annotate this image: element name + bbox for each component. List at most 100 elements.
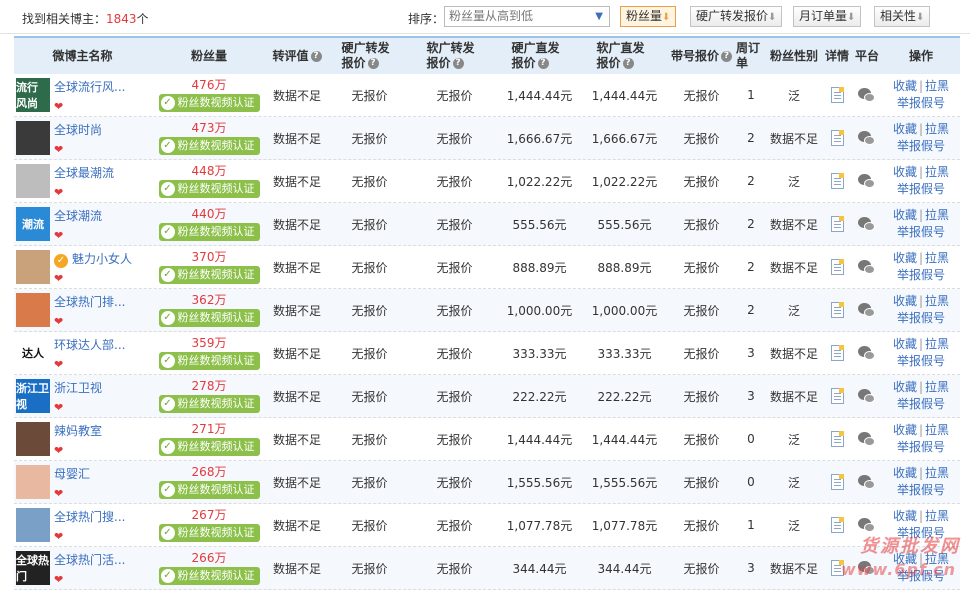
document-icon[interactable] bbox=[830, 302, 844, 318]
block-link[interactable]: 拉黑 bbox=[925, 165, 949, 179]
report-fake-link[interactable]: 举报假号 bbox=[897, 526, 945, 540]
report-fake-link[interactable]: 举报假号 bbox=[897, 440, 945, 454]
block-link[interactable]: 拉黑 bbox=[925, 79, 949, 93]
heart-icon[interactable]: ❤ bbox=[54, 402, 102, 413]
fans-verify-badge[interactable]: ✓ 粉丝数视频认证 bbox=[158, 352, 260, 370]
heart-icon[interactable]: ❤ bbox=[54, 144, 102, 155]
report-fake-link[interactable]: 举报假号 bbox=[897, 483, 945, 497]
collect-link[interactable]: 收藏 bbox=[893, 208, 917, 222]
avatar[interactable] bbox=[16, 293, 50, 327]
report-fake-link[interactable]: 举报假号 bbox=[897, 354, 945, 368]
blogger-name-link[interactable]: ✓ 魅力小女人 bbox=[54, 250, 132, 268]
report-fake-link[interactable]: 举报假号 bbox=[897, 569, 945, 583]
fans-verify-badge[interactable]: ✓ 粉丝数视频认证 bbox=[158, 438, 260, 456]
heart-icon[interactable]: ❤ bbox=[54, 359, 125, 370]
report-fake-link[interactable]: 举报假号 bbox=[897, 225, 945, 239]
heart-icon[interactable]: ❤ bbox=[54, 445, 102, 456]
avatar[interactable]: 全球热门 bbox=[16, 551, 50, 585]
collect-link[interactable]: 收藏 bbox=[893, 380, 917, 394]
report-fake-link[interactable]: 举报假号 bbox=[897, 311, 945, 325]
block-link[interactable]: 拉黑 bbox=[925, 466, 949, 480]
help-icon[interactable]: ? bbox=[721, 50, 732, 62]
avatar[interactable] bbox=[16, 508, 50, 542]
document-icon[interactable] bbox=[830, 388, 844, 404]
collect-link[interactable]: 收藏 bbox=[893, 423, 917, 437]
document-icon[interactable] bbox=[830, 431, 844, 447]
avatar[interactable] bbox=[16, 164, 50, 198]
blogger-name-link[interactable]: 环球达人部... bbox=[54, 336, 125, 353]
fans-verify-badge[interactable]: ✓ 粉丝数视频认证 bbox=[158, 223, 260, 241]
blogger-name-link[interactable]: 全球潮流 bbox=[54, 207, 102, 224]
sort-button-fans[interactable]: 粉丝量⬇ bbox=[620, 6, 677, 27]
block-link[interactable]: 拉黑 bbox=[925, 208, 949, 222]
report-fake-link[interactable]: 举报假号 bbox=[897, 268, 945, 282]
collect-link[interactable]: 收藏 bbox=[893, 79, 917, 93]
fans-verify-badge[interactable]: ✓ 粉丝数视频认证 bbox=[158, 524, 260, 542]
block-link[interactable]: 拉黑 bbox=[925, 122, 949, 136]
sort-button-monthly-orders[interactable]: 月订单量⬇ bbox=[793, 6, 862, 27]
avatar[interactable]: 浙江卫视 bbox=[16, 379, 50, 413]
avatar[interactable]: 潮流 bbox=[16, 207, 50, 241]
document-icon[interactable] bbox=[830, 130, 844, 146]
blogger-name-link[interactable]: 浙江卫视 bbox=[54, 379, 102, 396]
block-link[interactable]: 拉黑 bbox=[925, 509, 949, 523]
report-fake-link[interactable]: 举报假号 bbox=[897, 397, 945, 411]
fans-verify-badge[interactable]: ✓ 粉丝数视频认证 bbox=[158, 94, 260, 112]
document-icon[interactable] bbox=[830, 173, 844, 189]
help-icon[interactable]: ? bbox=[367, 58, 379, 69]
report-fake-link[interactable]: 举报假号 bbox=[897, 96, 945, 110]
avatar[interactable] bbox=[16, 422, 50, 456]
blogger-name-link[interactable]: 全球最潮流 bbox=[54, 164, 114, 181]
document-icon[interactable] bbox=[830, 216, 844, 232]
document-icon[interactable] bbox=[830, 87, 844, 103]
collect-link[interactable]: 收藏 bbox=[893, 294, 917, 308]
heart-icon[interactable]: ❤ bbox=[54, 273, 132, 284]
avatar[interactable]: 达人 bbox=[16, 336, 50, 370]
block-link[interactable]: 拉黑 bbox=[925, 380, 949, 394]
collect-link[interactable]: 收藏 bbox=[893, 122, 917, 136]
avatar[interactable] bbox=[16, 465, 50, 499]
heart-icon[interactable]: ❤ bbox=[54, 574, 125, 585]
report-fake-link[interactable]: 举报假号 bbox=[897, 182, 945, 196]
document-icon[interactable] bbox=[830, 474, 844, 490]
block-link[interactable]: 拉黑 bbox=[925, 552, 949, 566]
blogger-name-link[interactable]: 全球热门活... bbox=[54, 551, 125, 568]
fans-verify-badge[interactable]: ✓ 粉丝数视频认证 bbox=[158, 309, 260, 327]
fans-verify-badge[interactable]: ✓ 粉丝数视频认证 bbox=[158, 481, 260, 499]
block-link[interactable]: 拉黑 bbox=[925, 294, 949, 308]
avatar[interactable] bbox=[16, 121, 50, 155]
fans-verify-badge[interactable]: ✓ 粉丝数视频认证 bbox=[158, 137, 260, 155]
collect-link[interactable]: 收藏 bbox=[893, 552, 917, 566]
sort-button-relevance[interactable]: 相关性⬇ bbox=[874, 6, 931, 27]
sort-button-hard-forward[interactable]: 硬广转发报价⬇ bbox=[690, 6, 783, 27]
block-link[interactable]: 拉黑 bbox=[925, 423, 949, 437]
heart-icon[interactable]: ❤ bbox=[54, 230, 102, 241]
help-icon[interactable]: ? bbox=[622, 58, 634, 69]
blogger-name-link[interactable]: 全球热门排... bbox=[54, 293, 125, 310]
collect-link[interactable]: 收藏 bbox=[893, 466, 917, 480]
heart-icon[interactable]: ❤ bbox=[54, 187, 114, 198]
collect-link[interactable]: 收藏 bbox=[893, 337, 917, 351]
document-icon[interactable] bbox=[830, 259, 844, 275]
collect-link[interactable]: 收藏 bbox=[893, 251, 917, 265]
block-link[interactable]: 拉黑 bbox=[925, 251, 949, 265]
collect-link[interactable]: 收藏 bbox=[893, 165, 917, 179]
help-icon[interactable]: ? bbox=[310, 50, 322, 62]
sort-select[interactable]: 粉丝量从高到低 ▼ bbox=[444, 6, 610, 27]
document-icon[interactable] bbox=[830, 517, 844, 533]
blogger-name-link[interactable]: 全球时尚 bbox=[54, 121, 102, 138]
collect-link[interactable]: 收藏 bbox=[893, 509, 917, 523]
document-icon[interactable] bbox=[830, 345, 844, 361]
fans-verify-badge[interactable]: ✓ 粉丝数视频认证 bbox=[158, 567, 260, 585]
report-fake-link[interactable]: 举报假号 bbox=[897, 139, 945, 153]
document-icon[interactable] bbox=[830, 560, 844, 576]
blogger-name-link[interactable]: 母婴汇 bbox=[54, 465, 90, 482]
heart-icon[interactable]: ❤ bbox=[54, 101, 125, 112]
blogger-name-link[interactable]: 全球热门搜... bbox=[54, 508, 125, 525]
avatar[interactable] bbox=[16, 250, 50, 284]
blogger-name-link[interactable]: 全球流行风... bbox=[54, 78, 125, 95]
heart-icon[interactable]: ❤ bbox=[54, 488, 90, 499]
heart-icon[interactable]: ❤ bbox=[54, 531, 125, 542]
avatar[interactable]: 流行 风尚 bbox=[16, 78, 50, 112]
col-fans[interactable]: 粉丝量 bbox=[151, 38, 267, 74]
